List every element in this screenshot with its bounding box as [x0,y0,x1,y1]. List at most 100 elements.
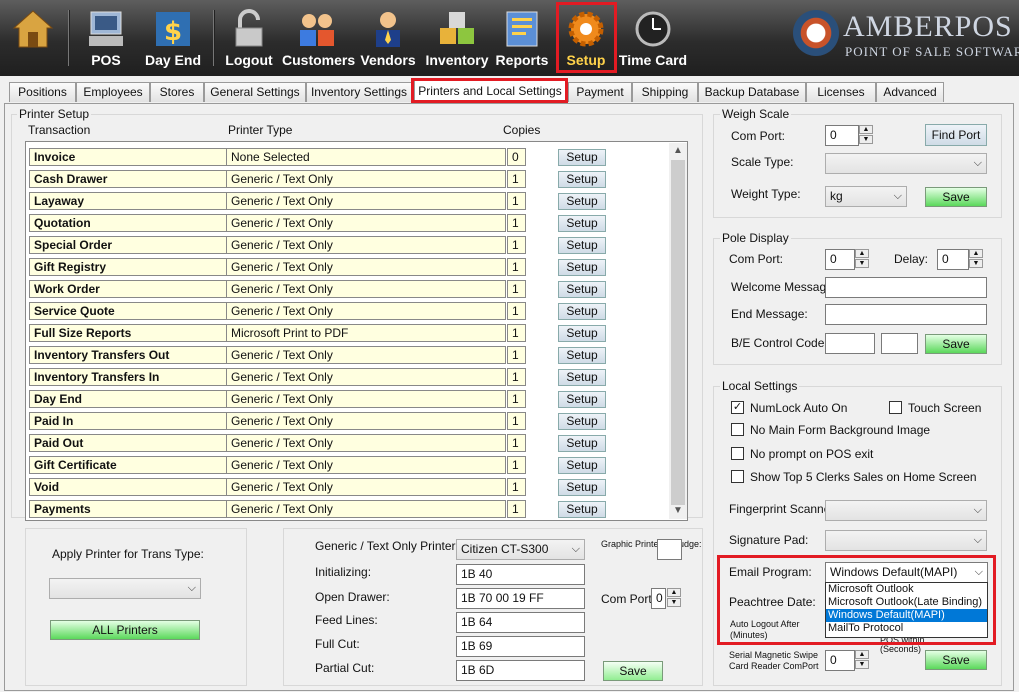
begin-control-code-input[interactable] [825,333,875,354]
tab-stores[interactable]: Stores [150,82,204,102]
copies-cell[interactable]: 1 [507,500,526,518]
printer-setup-button[interactable]: Setup [558,215,606,232]
pole-com-port-input[interactable]: 0 [825,249,855,270]
copies-cell[interactable]: 1 [507,192,526,210]
printer-type-cell[interactable]: Generic / Text Only [226,258,506,276]
numlock-checkbox[interactable]: ✓ [731,401,744,414]
printer-setup-button[interactable]: Setup [558,435,606,452]
printer-setup-button[interactable]: Setup [558,237,606,254]
printer-setup-button[interactable]: Setup [558,193,606,210]
email-option[interactable]: Microsoft Outlook [826,583,987,596]
tab-payment[interactable]: Payment [568,82,632,102]
local-save-button[interactable]: Save [925,650,987,670]
printer-type-cell[interactable]: Generic / Text Only [226,478,506,496]
all-printers-button[interactable]: ALL Printers [50,620,200,640]
tab-advanced[interactable]: Advanced [876,82,944,102]
copies-cell[interactable]: 1 [507,346,526,364]
email-option[interactable]: Microsoft Outlook(Late Binding) [826,596,987,609]
scale-com-port-input[interactable]: 0 [825,125,859,146]
printer-type-cell[interactable]: None Selected [226,148,506,166]
scale-type-select[interactable]: ⌵ [825,153,987,174]
delay-input[interactable]: 0 [937,249,969,270]
printer-setup-button[interactable]: Setup [558,369,606,386]
printer-type-cell[interactable]: Generic / Text Only [226,412,506,430]
weight-type-select[interactable]: kg ⌵ [825,186,907,207]
printer-type-cell[interactable]: Microsoft Print to PDF [226,324,506,342]
printer-setup-button[interactable]: Setup [558,259,606,276]
printer-type-cell[interactable]: Generic / Text Only [226,170,506,188]
pole-com-port-spinner[interactable]: ▲ ▼ [855,249,871,270]
copies-cell[interactable]: 1 [507,214,526,232]
email-option[interactable]: MailTo Protocol [826,622,987,635]
initializing-input[interactable]: 1B 40 [456,564,585,585]
copies-cell[interactable]: 1 [507,280,526,298]
copies-cell[interactable]: 1 [507,434,526,452]
scale-com-port-spinner[interactable]: ▲ ▼ [859,125,875,146]
printer-setup-button[interactable]: Setup [558,347,606,364]
printer-setup-button[interactable]: Setup [558,281,606,298]
printer-type-cell[interactable]: Generic / Text Only [226,434,506,452]
printer-setup-button[interactable]: Setup [558,303,606,320]
printer-type-cell[interactable]: Generic / Text Only [226,192,506,210]
no-background-checkbox[interactable] [731,423,744,436]
email-option-selected[interactable]: Windows Default(MAPI) [826,609,987,622]
printer-save-button[interactable]: Save [603,661,663,681]
copies-cell[interactable]: 1 [507,324,526,342]
printer-setup-button[interactable]: Setup [558,501,606,518]
time-card-button[interactable]: Time Card [618,4,688,72]
no-prompt-exit-checkbox[interactable] [731,447,744,460]
tab-inventory-settings[interactable]: Inventory Settings [306,82,412,102]
x-nudge-input[interactable] [657,539,682,560]
pole-save-button[interactable]: Save [925,334,987,354]
copies-cell[interactable]: 1 [507,170,526,188]
full-cut-input[interactable]: 1B 69 [456,636,585,657]
end-message-input[interactable] [825,304,987,325]
show-top-clerks-checkbox[interactable] [731,470,744,483]
end-control-code-input[interactable] [881,333,918,354]
home-button[interactable] [6,4,60,72]
printer-setup-button[interactable]: Setup [558,479,606,496]
copies-cell[interactable]: 1 [507,368,526,386]
printer-type-cell[interactable]: Generic / Text Only [226,346,506,364]
scroll-thumb[interactable] [671,160,685,505]
copies-cell[interactable]: 1 [507,258,526,276]
printer-setup-button[interactable]: Setup [558,171,606,188]
copies-cell[interactable]: 0 [507,148,526,166]
reports-button[interactable]: Reports [494,4,550,72]
printer-type-cell[interactable]: Generic / Text Only [226,236,506,254]
feed-lines-input[interactable]: 1B 64 [456,612,585,633]
copies-cell[interactable]: 1 [507,302,526,320]
inventory-button[interactable]: Inventory [424,4,490,72]
printer-type-cell[interactable]: Generic / Text Only [226,456,506,474]
generic-printer-select[interactable]: Citizen CT-S300 ⌵ [456,539,585,560]
printer-type-cell[interactable]: Generic / Text Only [226,214,506,232]
copies-cell[interactable]: 1 [507,390,526,408]
printer-setup-button[interactable]: Setup [558,325,606,342]
touch-screen-checkbox[interactable] [889,401,902,414]
tab-backup-database[interactable]: Backup Database [698,82,806,102]
scale-save-button[interactable]: Save [925,187,987,207]
tab-licenses[interactable]: Licenses [806,82,876,102]
printer-com-port-input[interactable]: 0 [651,588,666,609]
printer-setup-button[interactable]: Setup [558,457,606,474]
find-port-button[interactable]: Find Port [925,124,987,146]
copies-cell[interactable]: 1 [507,456,526,474]
welcome-message-input[interactable] [825,277,987,298]
printer-type-cell[interactable]: Generic / Text Only [226,368,506,386]
printer-type-cell[interactable]: Generic / Text Only [226,500,506,518]
serial-comport-input[interactable]: 0 [825,650,855,671]
open-drawer-input[interactable]: 1B 70 00 19 FF [456,588,585,609]
scroll-down-icon[interactable]: ▼ [669,503,687,519]
trans-type-select[interactable]: ⌵ [49,578,201,599]
printer-com-port-spinner[interactable]: ▲ ▼ [667,588,683,609]
scroll-up-icon[interactable]: ▲ [669,143,687,159]
tab-general-settings[interactable]: General Settings [204,82,306,102]
tab-positions[interactable]: Positions [9,82,76,102]
printer-setup-button[interactable]: Setup [558,391,606,408]
printer-type-cell[interactable]: Generic / Text Only [226,302,506,320]
printer-type-cell[interactable]: Generic / Text Only [226,390,506,408]
copies-cell[interactable]: 1 [507,478,526,496]
day-end-button[interactable]: $ Day End [142,4,204,72]
copies-cell[interactable]: 1 [507,412,526,430]
tab-employees[interactable]: Employees [76,82,150,102]
